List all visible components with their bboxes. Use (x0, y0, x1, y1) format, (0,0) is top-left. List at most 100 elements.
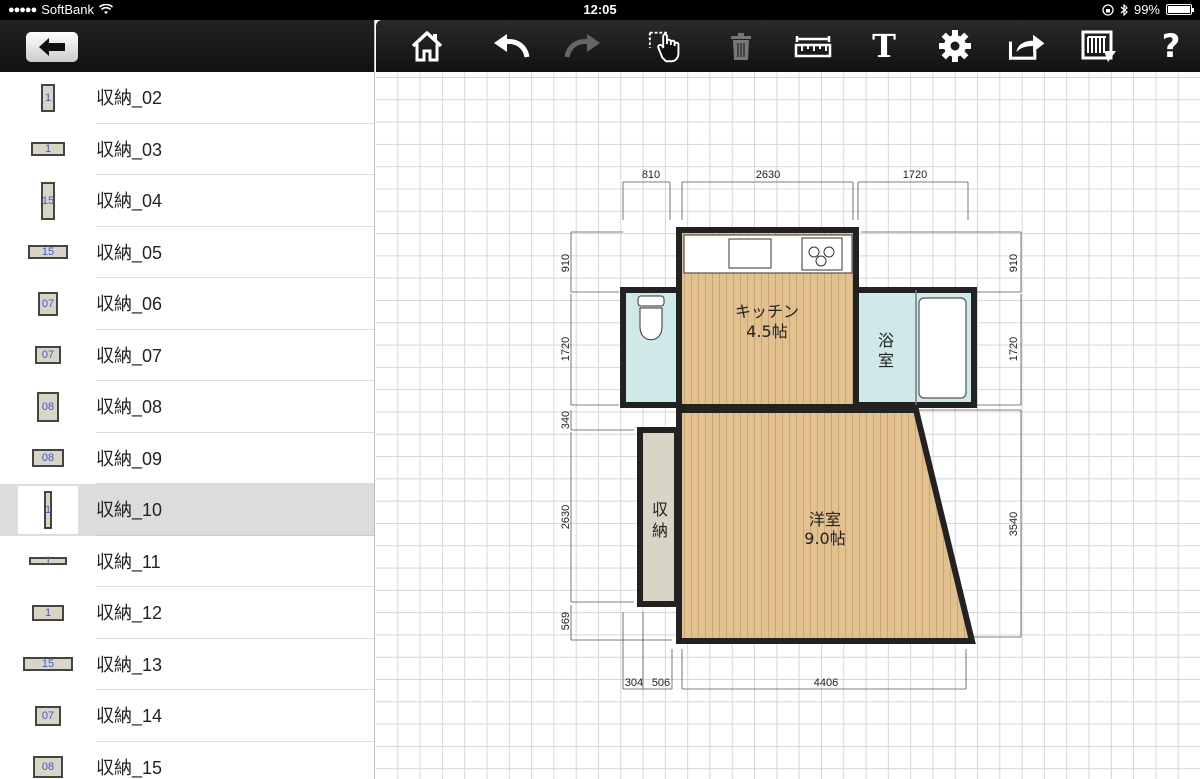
part-thumbnail: 1 (0, 124, 96, 176)
part-thumbnail: 08 (0, 742, 96, 779)
back-button[interactable] (26, 32, 78, 62)
redo-button[interactable] (563, 28, 603, 64)
kitchen-size: 4.5帖 (746, 322, 787, 341)
list-item-label: 収納_12 (96, 587, 374, 639)
list-item-label: 収納_04 (96, 175, 374, 227)
storage-shape-icon: 08 (32, 449, 64, 468)
battery-icon (1166, 4, 1194, 15)
list-item[interactable]: 1 収納_02 (0, 72, 374, 124)
help-icon: ? (1161, 27, 1181, 65)
list-item-label: 収納_14 (96, 690, 374, 742)
share-button[interactable] (1007, 28, 1047, 64)
list-item[interactable]: 15 収納_05 (0, 227, 374, 279)
delete-button[interactable] (721, 28, 761, 64)
text-icon: T (872, 27, 896, 65)
list-item[interactable]: 07 収納_07 (0, 330, 374, 382)
storage-shape-icon: 1 (31, 142, 65, 157)
list-item[interactable]: 1 収納_10 (0, 484, 374, 536)
app-window: ●●●●● SoftBank 12:05 99% 1 収納_02 1 収納_03… (0, 0, 1200, 779)
dim-top-2: 2630 (756, 169, 780, 181)
battery-percent: 99% (1133, 2, 1160, 17)
list-item-label: 収納_07 (96, 330, 374, 381)
clock: 12:05 (583, 2, 617, 17)
storage-shape-icon: 07 (35, 346, 61, 365)
storage-label-1: 収 (652, 500, 668, 519)
parts-list: 1 収納_02 1 収納_03 15 収納_04 15 収納_05 07 収納_06 07 収納_07… (0, 72, 374, 779)
orientation-lock-icon (1102, 3, 1114, 16)
dim-left-1: 910 (560, 254, 572, 272)
help-button[interactable]: ? (1151, 27, 1191, 65)
list-item-label: 収納_05 (96, 227, 374, 278)
storage-shape-icon: 1 (29, 555, 67, 567)
storage-shape-icon: 15 (23, 657, 73, 672)
arrow-left-icon (39, 38, 65, 56)
storage-shape-icon: 1 (41, 83, 55, 112)
dim-left-2: 1720 (560, 337, 572, 361)
room-bath[interactable]: 浴 室 (853, 287, 977, 408)
list-item[interactable]: 15 収納_04 (0, 175, 374, 227)
list-item[interactable]: 07 収納_14 (0, 690, 374, 742)
battery-level (1168, 6, 1190, 13)
storage-shape-icon: 07 (35, 705, 61, 726)
home-button[interactable] (407, 28, 447, 64)
list-item[interactable]: 1 収納_11 (0, 536, 374, 588)
part-thumbnail: 07 (0, 330, 96, 382)
list-item[interactable]: 1 収納_12 (0, 587, 374, 639)
list-item-label: 収納_11 (96, 536, 374, 587)
kitchen-name: キッチン (735, 302, 799, 321)
room-toilet[interactable] (620, 287, 682, 408)
text-tool-button[interactable]: T (864, 27, 904, 65)
dim-left-4: 2630 (560, 505, 572, 529)
part-thumbnail: 1 (0, 536, 96, 588)
dim-left-5: 569 (560, 612, 572, 630)
list-item-label: 収納_10 (96, 484, 374, 536)
storage-shape-icon: 07 (38, 291, 58, 316)
storage-label-2: 納 (652, 521, 668, 540)
room-kitchen[interactable]: キッチン 4.5帖 (676, 227, 859, 410)
bath-label-2: 室 (878, 351, 894, 370)
part-thumbnail: 08 (0, 381, 96, 433)
storage-shape-icon: 15 (41, 181, 55, 220)
select-hand-icon (648, 31, 680, 63)
list-item[interactable]: 07 収納_06 (0, 278, 374, 330)
sidebar-header (0, 20, 374, 72)
main-toolbar: T ? (376, 20, 1200, 72)
part-thumbnail: 1 (0, 484, 96, 536)
room-western[interactable]: 洋室 9.0帖 (676, 407, 976, 644)
room-storage[interactable]: 収 納 (637, 427, 680, 607)
list-item[interactable]: 1 収納_03 (0, 124, 374, 176)
western-name: 洋室 (809, 510, 841, 529)
storage-shape-icon: 08 (33, 756, 63, 779)
list-item-label: 収納_15 (96, 742, 374, 779)
floorplan-canvas[interactable]: 810 2630 1720 910 1720 340 2630 569 910 … (376, 72, 1200, 779)
status-right: 99% (1102, 2, 1194, 17)
part-thumbnail: 1 (0, 72, 96, 124)
storage-shape-icon: 1 (44, 490, 52, 529)
storage-shape-icon: 1 (32, 604, 64, 621)
bluetooth-icon (1120, 3, 1128, 16)
dim-top-1: 810 (642, 169, 660, 181)
dim-right-1: 910 (1008, 254, 1020, 272)
list-item[interactable]: 15 収納_13 (0, 639, 374, 691)
ruler-icon (794, 36, 832, 58)
dim-bottom-1: 304 (625, 677, 643, 689)
select-tool-button[interactable] (647, 28, 687, 64)
part-thumbnail: 15 (0, 639, 96, 691)
list-item-label: 収納_02 (96, 72, 374, 124)
undo-button[interactable] (491, 28, 531, 64)
measure-button[interactable] (793, 28, 833, 64)
list-item[interactable]: 08 収納_09 (0, 433, 374, 484)
status-bar: ●●●●● SoftBank 12:05 99% (0, 0, 1200, 20)
undo-icon (494, 34, 530, 58)
list-item[interactable]: 08 収納_08 (0, 381, 374, 433)
list-item[interactable]: 08 収納_15 (0, 742, 374, 779)
storage-shape-icon: 08 (37, 391, 59, 422)
home-icon (411, 31, 443, 62)
dim-right-2: 1720 (1008, 337, 1020, 361)
dim-bottom-2: 506 (652, 677, 670, 689)
print-button[interactable] (1079, 28, 1119, 64)
dim-left-3: 340 (560, 411, 572, 429)
settings-button[interactable] (935, 28, 975, 64)
part-thumbnail: 07 (0, 690, 96, 742)
part-thumbnail: 15 (0, 227, 96, 279)
